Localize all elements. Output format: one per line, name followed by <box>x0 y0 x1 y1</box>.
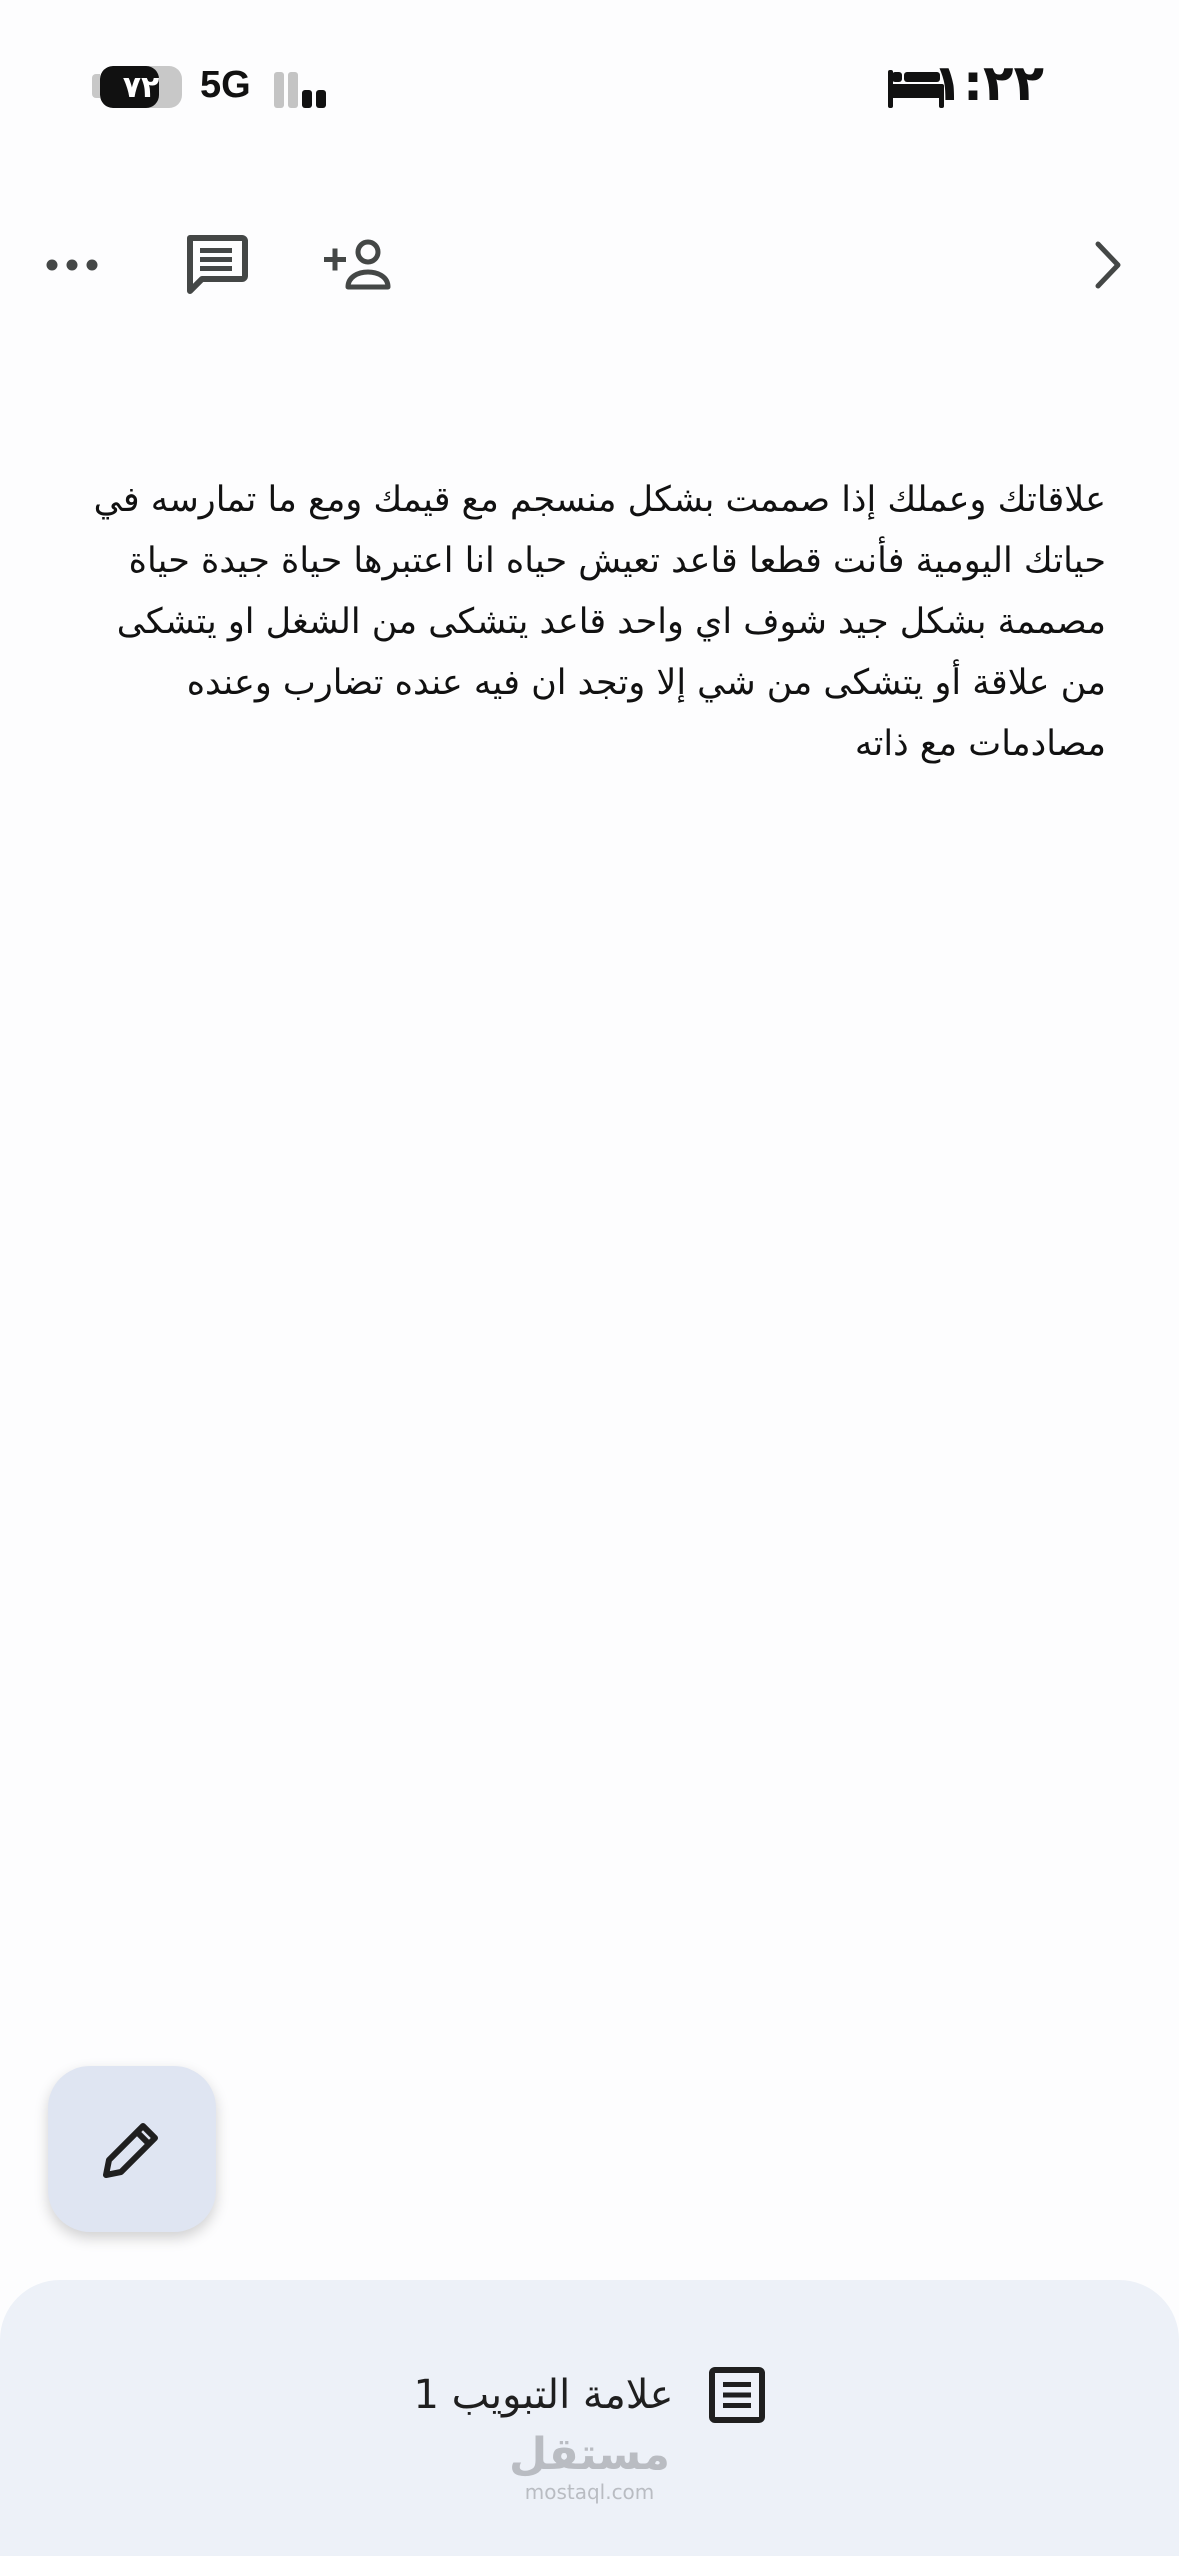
signal-bar <box>274 72 284 108</box>
share-button[interactable] <box>320 225 400 305</box>
watermark-text: مستقل <box>509 2429 670 2480</box>
more-horizontal-icon <box>46 259 98 271</box>
watermark-url: mostaql.com <box>524 2480 655 2504</box>
network-type: 5G <box>200 64 251 106</box>
chevron-right-icon <box>1095 241 1121 289</box>
battery-tip <box>92 74 100 98</box>
forward-button[interactable] <box>1068 225 1148 305</box>
battery-percentage: ٧٢ <box>122 69 160 105</box>
status-time: ١:٢٢ <box>932 54 1044 112</box>
signal-bar <box>316 90 326 108</box>
battery-indicator: ٧٢ <box>100 66 182 108</box>
comments-button[interactable] <box>176 225 256 305</box>
edit-fab-button[interactable] <box>48 2066 216 2232</box>
add-person-icon <box>324 239 391 290</box>
tab-label: علامة التبويب 1 <box>413 2372 674 2418</box>
document-list-icon <box>708 2367 765 2423</box>
status-bar: ٧٢ 5G ١:٢٢ <box>0 0 1179 150</box>
comment-icon <box>187 235 248 294</box>
pencil-icon <box>103 2123 158 2178</box>
document-toolbar <box>0 200 1179 330</box>
more-options-button[interactable] <box>32 225 112 305</box>
document-body-text[interactable]: علاقاتك وعملك إذا صممت بشكل منسجم مع قيم… <box>90 470 1106 775</box>
signal-bar <box>302 90 312 108</box>
signal-strength-icon <box>274 64 340 108</box>
tabs-bottom-sheet: علامة التبويب 1 مستقل mostaql.com <box>0 2280 1179 2556</box>
watermark-logo: مستقل mostaql.com <box>0 2429 1179 2505</box>
signal-bar <box>288 72 298 108</box>
